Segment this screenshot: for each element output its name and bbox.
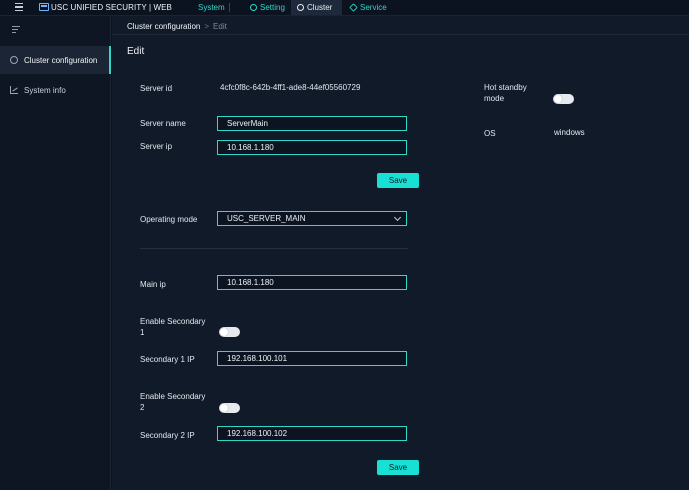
secondary-2-ip-input[interactable]: 192.168.100.102 (217, 426, 407, 441)
hot-standby-label-line2: mode (484, 94, 505, 103)
server-id-label: Server id (140, 84, 173, 93)
sidebar-item-label: Cluster configuration (24, 55, 98, 65)
main-ip-label: Main ip (140, 280, 166, 289)
hot-standby-toggle[interactable] (553, 94, 574, 104)
enable-secondary-2-label-line2: 2 (140, 403, 145, 412)
sidebar-item-cluster-configuration[interactable]: Cluster configuration (0, 46, 111, 74)
hot-standby-label-line1: Hot standby (484, 83, 527, 92)
gear-icon (250, 4, 257, 11)
sidebar-item-system-info[interactable]: System info (0, 76, 111, 104)
nav-service[interactable]: Service (344, 0, 393, 15)
breadcrumb-divider (112, 34, 689, 35)
server-ip-input[interactable]: 10.168.1.180 (217, 140, 407, 155)
service-icon (349, 3, 358, 12)
cluster-icon (10, 56, 18, 64)
cluster-icon (297, 4, 304, 11)
operating-mode-value: USC_SERVER_MAIN (227, 214, 306, 223)
nav-setting-label: Setting (260, 3, 285, 12)
nav-cluster[interactable]: Cluster (291, 0, 342, 15)
os-label: OS (484, 129, 496, 138)
breadcrumb-separator: > (204, 22, 210, 31)
sidebar: Cluster configuration System info (0, 16, 111, 490)
nav-cluster-label: Cluster (307, 3, 333, 12)
chevron-down-icon (393, 213, 402, 222)
server-name-label: Server name (140, 119, 186, 128)
operating-mode-label: Operating mode (140, 215, 198, 224)
sidebar-item-label: System info (24, 85, 66, 95)
operating-mode-select[interactable]: USC_SERVER_MAIN (217, 211, 407, 226)
nav-setting[interactable]: Setting (244, 0, 291, 15)
save-button[interactable]: Save (377, 173, 419, 188)
collapse-sidebar-icon[interactable] (12, 26, 20, 35)
breadcrumb-current: Edit (213, 22, 227, 31)
hot-standby-label: Hot standby mode (484, 82, 527, 104)
save-button-secondary[interactable]: Save (377, 460, 419, 475)
breadcrumb: Cluster configuration > Edit (127, 22, 227, 31)
enable-secondary-2-label: Enable Secondary 2 (140, 391, 205, 413)
chart-icon (10, 86, 18, 94)
nav-system[interactable]: System (198, 3, 225, 12)
page-title: Edit (127, 46, 145, 57)
brand-title: USC UNIFIED SECURITY | WEB (51, 3, 172, 12)
main-ip-input[interactable]: 10.168.1.180 (217, 275, 407, 290)
enable-secondary-2-toggle[interactable] (219, 403, 240, 413)
os-value: windows (554, 128, 585, 137)
nav-service-label: Service (360, 3, 387, 12)
server-id-value: 4cfc0f8c-642b-4ff1-ade8-44ef05560729 (220, 83, 361, 92)
enable-secondary-1-toggle[interactable] (219, 327, 240, 337)
breadcrumb-parent[interactable]: Cluster configuration (127, 22, 200, 31)
server-name-input[interactable]: ServerMain (217, 116, 407, 131)
secondary-2-ip-label: Secondary 2 IP (140, 431, 195, 440)
enable-secondary-1-label-line1: Enable Secondary (140, 317, 206, 326)
secondary-1-ip-label: Secondary 1 IP (140, 355, 195, 364)
enable-secondary-1-label-line2: 1 (140, 328, 145, 337)
secondary-1-ip-input[interactable]: 192.168.100.101 (217, 351, 407, 366)
enable-secondary-1-label: Enable Secondary 1 (140, 316, 205, 338)
menu-icon[interactable] (15, 3, 23, 12)
server-ip-label: Server ip (140, 142, 173, 151)
top-bar: USC UNIFIED SECURITY | WEB System Settin… (0, 0, 689, 16)
section-divider (140, 248, 408, 249)
enable-secondary-2-label-line1: Enable Secondary (140, 392, 206, 401)
main-content: Cluster configuration > Edit Edit Server i… (112, 16, 689, 490)
logo-icon (39, 3, 49, 11)
nav-divider (229, 3, 230, 12)
